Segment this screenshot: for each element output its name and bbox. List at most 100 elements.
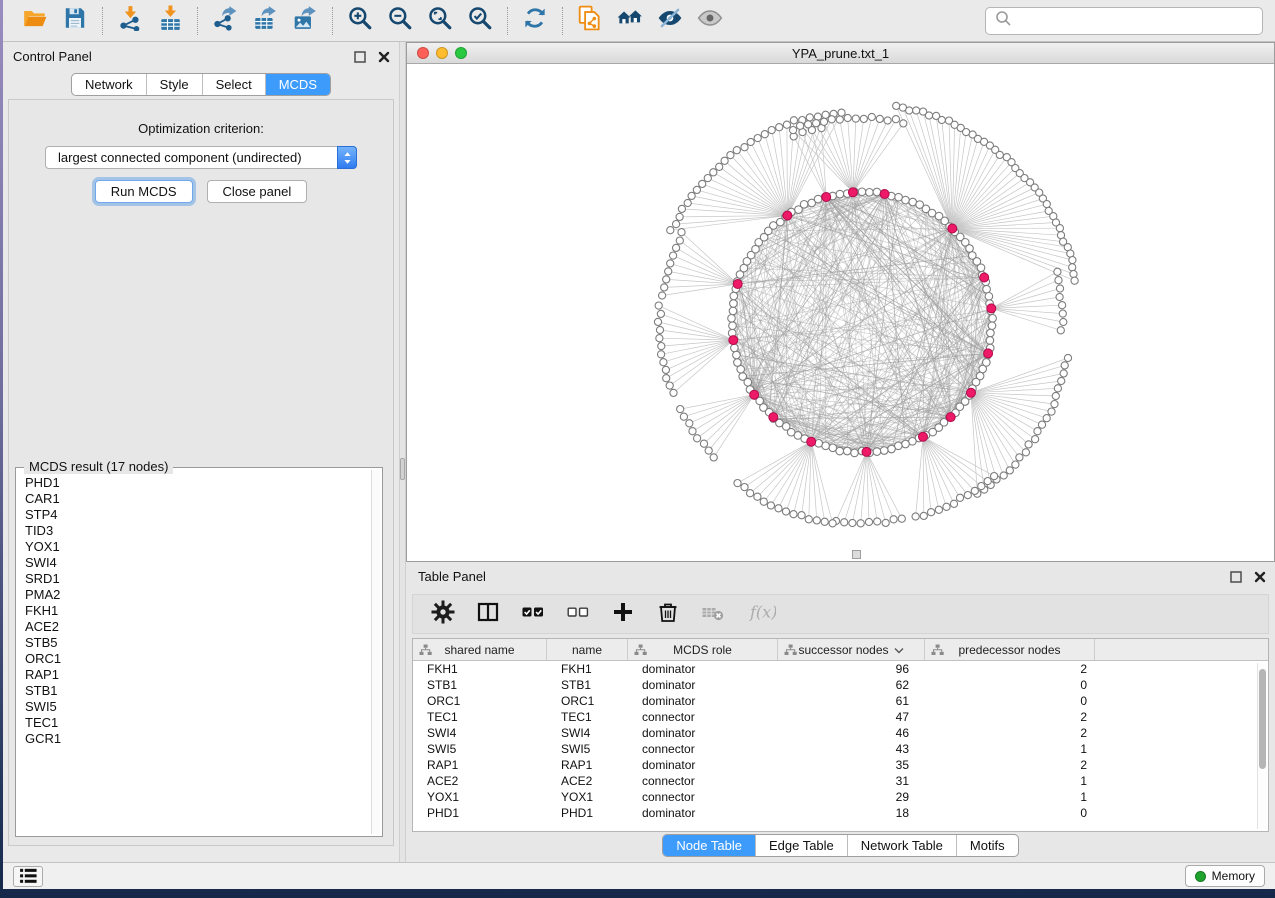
minimize-window-icon[interactable] — [436, 47, 448, 59]
hide-selected-icon — [657, 5, 683, 36]
import-network-button[interactable] — [110, 4, 150, 38]
tab-select[interactable]: Select — [202, 74, 265, 95]
network-titlebar[interactable]: YPA_prune.txt_1 — [407, 43, 1274, 64]
open-file-button[interactable] — [15, 4, 55, 38]
select-all-button[interactable] — [521, 600, 545, 629]
cell-predecessor-nodes: 0 — [925, 694, 1095, 708]
mcds-result-item[interactable]: TEC1 — [25, 715, 370, 731]
table-row[interactable]: TEC1TEC1connector472 — [413, 709, 1268, 725]
close-table-panel-icon[interactable] — [1252, 569, 1267, 584]
toolbar-separator — [562, 7, 563, 35]
tab-network[interactable]: Network — [72, 74, 146, 95]
network-graph-svg[interactable] — [407, 65, 1274, 561]
export-table-button[interactable] — [245, 4, 285, 38]
add-column-button[interactable] — [611, 600, 635, 629]
tab-motifs[interactable]: Motifs — [956, 835, 1018, 856]
column-header-shared-name[interactable]: shared name — [413, 639, 547, 660]
hide-selected-button[interactable] — [650, 4, 690, 38]
splitter-handle-icon[interactable] — [400, 458, 405, 480]
mcds-result-item[interactable]: YOX1 — [25, 539, 370, 555]
mcds-result-item[interactable]: SWI5 — [25, 699, 370, 715]
table-row[interactable]: ORC1ORC1dominator610 — [413, 693, 1268, 709]
column-header-name[interactable]: name — [547, 639, 628, 660]
tab-edge-table[interactable]: Edge Table — [755, 835, 847, 856]
mcds-result-item[interactable]: RAP1 — [25, 667, 370, 683]
mcds-result-item[interactable]: TID3 — [25, 523, 370, 539]
mcds-result-list[interactable]: PHD1CAR1STP4TID3YOX1SWI4SRD1PMA2FKH1ACE2… — [18, 470, 370, 834]
table-scrollbar[interactable] — [1257, 663, 1267, 829]
export-network-button[interactable] — [205, 4, 245, 38]
memory-button[interactable]: Memory — [1185, 865, 1265, 887]
mcds-result-item[interactable]: CAR1 — [25, 491, 370, 507]
close-panel-button[interactable]: Close panel — [207, 180, 308, 203]
tab-style[interactable]: Style — [146, 74, 202, 95]
cell-name: SWI4 — [547, 726, 628, 740]
table-row[interactable]: SWI4SWI4dominator462 — [413, 725, 1268, 741]
canvas-resize-handle-icon[interactable] — [852, 550, 861, 559]
save-session-button[interactable] — [55, 4, 95, 38]
close-window-icon[interactable] — [417, 47, 429, 59]
deselect-all-button[interactable] — [566, 600, 590, 629]
panel-splitter[interactable] — [399, 42, 406, 862]
search-input[interactable] — [1017, 13, 1254, 28]
list-scrollbar[interactable] — [371, 470, 380, 834]
column-header-predecessor-nodes[interactable]: predecessor nodes — [925, 639, 1095, 660]
mcds-result-item[interactable]: STB5 — [25, 635, 370, 651]
split-view-button[interactable] — [476, 600, 500, 629]
search-box[interactable] — [985, 7, 1263, 35]
tab-mcds[interactable]: MCDS — [265, 74, 330, 95]
network-canvas[interactable] — [407, 65, 1274, 561]
mcds-result-item[interactable]: GCR1 — [25, 731, 370, 747]
table-row[interactable]: PHD1PHD1dominator180 — [413, 805, 1268, 821]
table-row[interactable]: YOX1YOX1connector291 — [413, 789, 1268, 805]
table-row[interactable]: SWI5SWI5connector431 — [413, 741, 1268, 757]
task-history-button[interactable] — [13, 866, 43, 887]
scrollbar-thumb[interactable] — [1259, 669, 1266, 769]
table-row[interactable]: ACE2ACE2connector311 — [413, 773, 1268, 789]
column-header-successor-nodes[interactable]: successor nodes — [778, 639, 925, 660]
tab-network-table[interactable]: Network Table — [847, 835, 956, 856]
export-image-button[interactable] — [285, 4, 325, 38]
float-table-panel-icon[interactable] — [1228, 569, 1243, 584]
table-row[interactable]: STB1STB1dominator620 — [413, 677, 1268, 693]
mcds-result-item[interactable]: FKH1 — [25, 603, 370, 619]
zoom-out-button[interactable] — [380, 4, 420, 38]
maximize-window-icon[interactable] — [455, 47, 467, 59]
mcds-node — [946, 413, 955, 422]
column-label: shared name — [444, 643, 514, 657]
table-row[interactable]: RAP1RAP1dominator352 — [413, 757, 1268, 773]
column-header-mcds-role[interactable]: MCDS role — [628, 639, 778, 660]
mcds-result-item[interactable]: SRD1 — [25, 571, 370, 587]
zoom-fit-button[interactable] — [420, 4, 460, 38]
float-panel-icon[interactable] — [352, 49, 367, 64]
close-panel-icon[interactable] — [376, 49, 391, 64]
zoom-selected-button[interactable] — [460, 4, 500, 38]
cell-mcds-role: dominator — [628, 758, 778, 772]
criterion-dropdown[interactable]: largest connected component (undirected) — [45, 146, 357, 169]
cell-predecessor-nodes: 2 — [925, 726, 1095, 740]
first-neighbors-button[interactable] — [610, 4, 650, 38]
gear-button[interactable] — [431, 600, 455, 629]
mcds-result-item[interactable]: STP4 — [25, 507, 370, 523]
table-tabs: Node TableEdge TableNetwork TableMotifs — [662, 834, 1018, 857]
column-label: predecessor nodes — [958, 643, 1060, 657]
import-table-button[interactable] — [150, 4, 190, 38]
mcds-result-item[interactable]: ORC1 — [25, 651, 370, 667]
run-mcds-button[interactable]: Run MCDS — [95, 180, 193, 203]
delete-column-button[interactable] — [656, 600, 680, 629]
mcds-result-item[interactable]: PMA2 — [25, 587, 370, 603]
split-view-icon — [476, 600, 500, 629]
mcds-result-item[interactable]: ACE2 — [25, 619, 370, 635]
mcds-result-item[interactable]: SWI4 — [25, 555, 370, 571]
cell-shared-name: RAP1 — [413, 758, 547, 772]
criterion-value: largest connected component (undirected) — [58, 150, 302, 165]
cell-shared-name: YOX1 — [413, 790, 547, 804]
tab-node-table[interactable]: Node Table — [663, 835, 755, 856]
mcds-result-item[interactable]: PHD1 — [25, 475, 370, 491]
clone-network-button[interactable] — [570, 4, 610, 38]
show-all-button[interactable] — [690, 4, 730, 38]
zoom-in-button[interactable] — [340, 4, 380, 38]
mcds-result-item[interactable]: STB1 — [25, 683, 370, 699]
refresh-button[interactable] — [515, 4, 555, 38]
table-row[interactable]: FKH1FKH1dominator962 — [413, 661, 1268, 677]
